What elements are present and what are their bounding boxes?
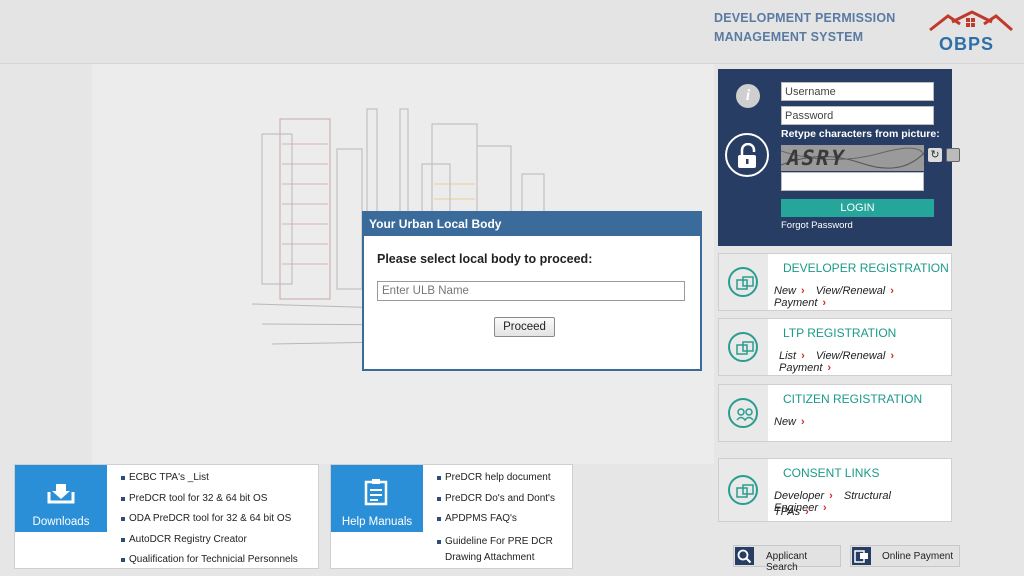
downloads-list: ECBC TPA's _List PreDCR tool for 32 & 64… [121, 468, 298, 571]
citizen-registration-title[interactable]: CITIZEN REGISTRATION [783, 392, 922, 406]
chevron-right-icon: › [890, 285, 894, 297]
developer-new-link[interactable]: New [774, 285, 796, 297]
payment-card-icon [852, 547, 871, 565]
chevron-right-icon: › [822, 297, 827, 309]
chevron-right-icon: › [801, 350, 805, 362]
captcha-text: ASRY [784, 146, 849, 170]
citizen-icon [728, 398, 758, 428]
ltp-links: List › View/Renewal › Payment › [779, 350, 951, 374]
developer-icon [728, 267, 758, 297]
citizen-new-link[interactable]: New [774, 416, 796, 428]
username-field[interactable] [781, 82, 934, 101]
consent-icon [728, 475, 758, 505]
download-item[interactable]: ODA PreDCR tool for 32 & 64 bit OS [121, 509, 298, 530]
password-field[interactable] [781, 106, 934, 125]
dialog-prompt: Please select local body to proceed: [377, 252, 593, 266]
logo-text: OBPS [939, 34, 995, 54]
chevron-right-icon: › [801, 416, 805, 428]
page-header: DEVELOPMENT PERMISSION MANAGEMENT SYSTEM… [0, 0, 1024, 64]
consent-developer-link[interactable]: Developer [774, 490, 824, 502]
chevron-right-icon: › [823, 502, 827, 514]
citizen-registration-card: CITIZEN REGISTRATION New › [718, 384, 952, 442]
login-button[interactable]: LOGIN [781, 199, 934, 217]
ltp-icon [728, 332, 758, 362]
system-title: DEVELOPMENT PERMISSION MANAGEMENT SYSTEM [714, 9, 896, 47]
downloads-label: Downloads [32, 516, 90, 528]
captcha-label: Retype characters from picture: [781, 128, 940, 140]
developer-links: New › View/Renewal › Payment › [774, 285, 951, 309]
help-manuals-tile[interactable]: Help Manuals [331, 465, 423, 532]
online-payment-button[interactable]: Online Payment [850, 545, 960, 567]
dialog-title: Your Urban Local Body [364, 213, 700, 236]
downloads-box: Downloads ECBC TPA's _List PreDCR tool f… [14, 464, 319, 569]
citizen-links: New › [774, 416, 813, 428]
ulb-selection-dialog: Your Urban Local Body Please select loca… [362, 211, 702, 371]
lock-icon [725, 133, 769, 177]
ltp-registration-title[interactable]: LTP REGISTRATION [783, 326, 896, 340]
developer-view-renewal-link[interactable]: View/Renewal [816, 285, 886, 297]
developer-registration-title[interactable]: DEVELOPER REGISTRATION [783, 261, 949, 275]
consent-links-card: CONSENT LINKS Developer › Structural Engi… [718, 458, 952, 522]
download-tray-icon [47, 484, 75, 504]
chevron-right-icon: › [801, 285, 805, 297]
help-manuals-label: Help Manuals [341, 516, 413, 528]
manual-item[interactable]: APDPMS FAQ's [437, 509, 565, 530]
info-icon: i [736, 84, 760, 108]
chevron-right-icon: › [829, 490, 833, 502]
help-manuals-box: Help Manuals PreDCR help document PreDCR… [330, 464, 573, 569]
document-icon [364, 479, 388, 506]
developer-payment-link[interactable]: Payment [774, 297, 817, 309]
download-item[interactable]: Qualification for Technicial Personnels [121, 550, 298, 571]
chevron-right-icon: › [827, 362, 832, 374]
proceed-button[interactable]: Proceed [494, 317, 555, 337]
system-title-line1: DEVELOPMENT PERMISSION [714, 11, 896, 25]
downloads-tile[interactable]: Downloads [15, 465, 107, 532]
captcha-image: ASRY [781, 145, 924, 171]
online-payment-label: Online Payment [882, 551, 954, 562]
ltp-view-renewal-link[interactable]: View/Renewal [816, 350, 886, 362]
ltp-list-link[interactable]: List [779, 350, 796, 362]
manual-item[interactable]: Guideline For PRE DCR Drawing Attachment [437, 530, 565, 566]
ltp-payment-link[interactable]: Payment [779, 362, 822, 374]
manual-item[interactable]: PreDCR help document [437, 468, 565, 489]
consent-tpas-link[interactable]: TPAs [774, 506, 800, 518]
chevron-right-icon: › [890, 350, 895, 362]
system-title-line2: MANAGEMENT SYSTEM [714, 30, 864, 44]
consent-links-row2: TPAs › [774, 506, 817, 518]
download-item[interactable]: ECBC TPA's _List [121, 468, 298, 489]
captcha-input[interactable] [781, 172, 924, 191]
ltp-registration-card: LTP REGISTRATION List › View/Renewal › Pay… [718, 318, 952, 376]
consent-links-title[interactable]: CONSENT LINKS [783, 466, 879, 480]
obps-logo[interactable]: OBPS [926, 10, 1016, 56]
login-panel: i Retype characters from picture: ASRY ↻… [718, 69, 960, 246]
forgot-password-link[interactable]: Forgot Password [781, 220, 853, 231]
search-icon [735, 547, 754, 565]
help-manuals-list: PreDCR help document PreDCR Do's and Don… [437, 468, 565, 566]
refresh-icon[interactable]: ↻ [928, 148, 942, 162]
download-item[interactable]: PreDCR tool for 32 & 64 bit OS [121, 489, 298, 510]
chevron-right-icon: › [805, 506, 809, 518]
audio-icon[interactable] [946, 148, 960, 162]
developer-registration-card: DEVELOPER REGISTRATION New › View/Renewal… [718, 253, 952, 311]
download-item[interactable]: AutoDCR Registry Creator [121, 530, 298, 551]
ulb-name-input[interactable] [377, 281, 685, 301]
manual-item[interactable]: PreDCR Do's and Dont's [437, 489, 565, 510]
applicant-search-button[interactable]: Applicant Search [733, 545, 841, 573]
applicant-search-label: Applicant Search [766, 551, 808, 573]
